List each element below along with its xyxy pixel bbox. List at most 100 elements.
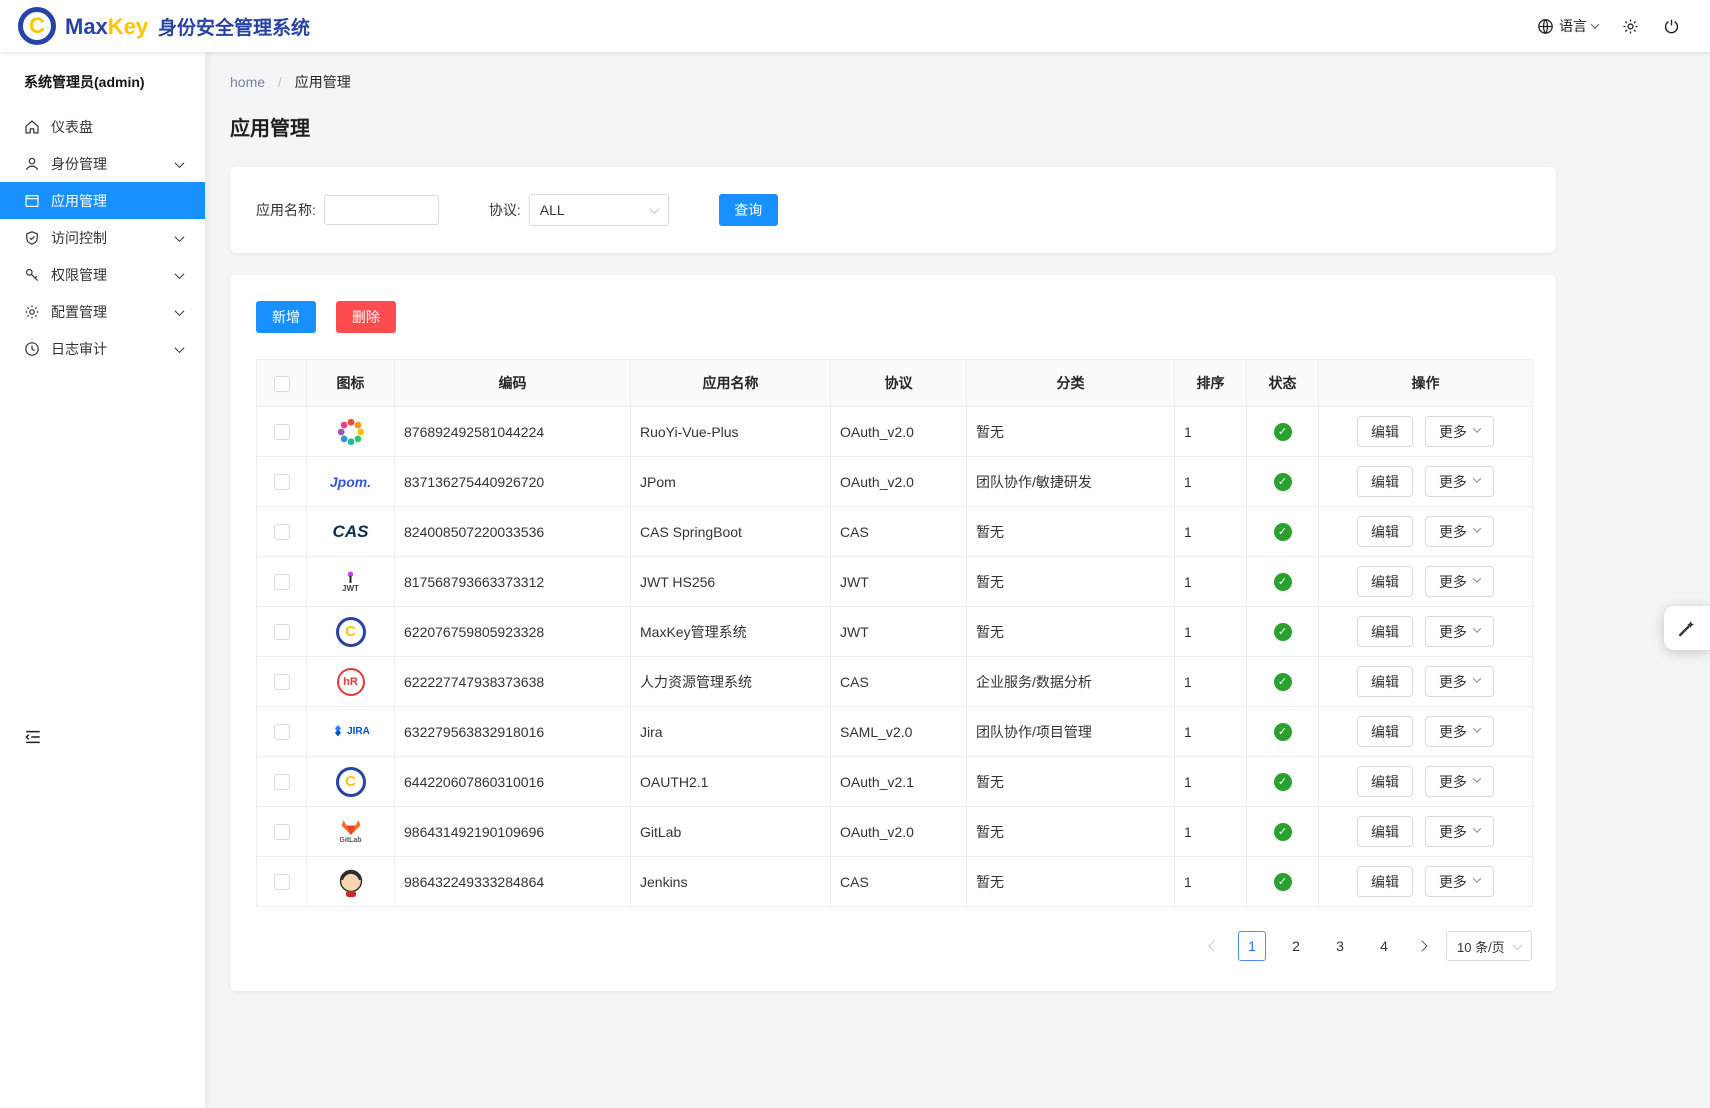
more-button[interactable]: 更多 <box>1425 666 1494 697</box>
more-button[interactable]: 更多 <box>1425 816 1494 847</box>
more-button[interactable]: 更多 <box>1425 566 1494 597</box>
sidebar-item-config[interactable]: 配置管理 <box>0 293 205 330</box>
column-header-actions: 操作 <box>1319 360 1533 407</box>
chevron-down-icon <box>1473 774 1481 782</box>
logo-letter: C <box>29 15 45 37</box>
more-button[interactable]: 更多 <box>1425 516 1494 547</box>
add-button[interactable]: 新增 <box>256 301 316 333</box>
edit-button[interactable]: 编辑 <box>1357 666 1413 697</box>
more-button-label: 更多 <box>1439 722 1467 742</box>
row-checkbox[interactable] <box>274 674 290 690</box>
sidebar-item-identity[interactable]: 身份管理 <box>0 145 205 182</box>
sidebar-item-label: 日志审计 <box>51 339 107 359</box>
edit-button[interactable]: 编辑 <box>1357 566 1413 597</box>
row-checkbox[interactable] <box>274 524 290 540</box>
app-sort: 1 <box>1175 757 1247 807</box>
edit-button[interactable]: 编辑 <box>1357 466 1413 497</box>
page-size-select[interactable]: 10 条/页 <box>1446 931 1532 961</box>
protocol-select[interactable]: ALL <box>529 194 669 226</box>
row-checkbox[interactable] <box>274 624 290 640</box>
app-name: CAS SpringBoot <box>631 507 831 557</box>
row-checkbox[interactable] <box>274 774 290 790</box>
edit-button[interactable]: 编辑 <box>1357 816 1413 847</box>
edit-button[interactable]: 编辑 <box>1357 516 1413 547</box>
sidebar-item-audit[interactable]: 日志审计 <box>0 330 205 367</box>
breadcrumb-home-link[interactable]: home <box>230 74 265 90</box>
more-button[interactable]: 更多 <box>1425 766 1494 797</box>
gitlab-icon: GitLab <box>338 812 364 852</box>
breadcrumb-separator: / <box>278 74 282 90</box>
delete-button[interactable]: 删除 <box>336 301 396 333</box>
more-button-label: 更多 <box>1439 622 1467 642</box>
clock-icon <box>24 341 40 357</box>
app-category: 团队协作/敏捷研发 <box>967 457 1175 507</box>
sidebar-item-access[interactable]: 访问控制 <box>0 219 205 256</box>
menu-fold-icon[interactable] <box>24 728 42 746</box>
more-button[interactable]: 更多 <box>1425 616 1494 647</box>
chevron-down-icon <box>175 306 185 316</box>
app-code: 986432249333284864 <box>395 857 631 907</box>
app-name-input[interactable] <box>324 195 439 225</box>
sidebar-item-permissions[interactable]: 权限管理 <box>0 256 205 293</box>
more-button[interactable]: 更多 <box>1425 416 1494 447</box>
app-sort: 1 <box>1175 507 1247 557</box>
edit-button[interactable]: 编辑 <box>1357 766 1413 797</box>
status-enabled-icon <box>1274 723 1292 741</box>
app-name: JWT HS256 <box>631 557 831 607</box>
row-checkbox[interactable] <box>274 724 290 740</box>
edit-button[interactable]: 编辑 <box>1357 416 1413 447</box>
more-button[interactable]: 更多 <box>1425 466 1494 497</box>
more-button[interactable]: 更多 <box>1425 716 1494 747</box>
current-user-label: 系统管理员(admin) <box>0 52 205 108</box>
row-checkbox[interactable] <box>274 874 290 890</box>
status-enabled-icon <box>1274 823 1292 841</box>
logout-icon[interactable] <box>1663 18 1680 35</box>
sidebar-item-dashboard[interactable]: 仪表盘 <box>0 108 205 145</box>
edit-button[interactable]: 编辑 <box>1357 866 1413 897</box>
sidebar-item-apps[interactable]: 应用管理 <box>0 182 205 219</box>
jpom-icon: Jpom. <box>330 462 371 502</box>
chevron-down-icon <box>1473 874 1481 882</box>
row-checkbox[interactable] <box>274 824 290 840</box>
language-menu[interactable]: 语言 <box>1537 16 1598 36</box>
more-button-label: 更多 <box>1439 772 1467 792</box>
sidebar-menu: 仪表盘 身份管理 应用管理 访问控制 <box>0 108 205 367</box>
row-checkbox[interactable] <box>274 424 290 440</box>
search-button[interactable]: 查询 <box>719 194 778 226</box>
edit-button[interactable]: 编辑 <box>1357 616 1413 647</box>
more-button-label: 更多 <box>1439 572 1467 592</box>
more-button[interactable]: 更多 <box>1425 866 1494 897</box>
page-title: 应用管理 <box>230 112 1710 141</box>
page-1[interactable]: 1 <box>1238 931 1266 961</box>
page-3[interactable]: 3 <box>1326 931 1354 961</box>
app-code: 876892492581044224 <box>395 407 631 457</box>
app-name: RuoYi-Vue-Plus <box>631 407 831 457</box>
prev-page-button[interactable] <box>1206 938 1222 954</box>
chevron-down-icon <box>175 232 185 242</box>
settings-gear-icon[interactable] <box>1622 18 1639 35</box>
row-checkbox[interactable] <box>274 474 290 490</box>
select-all-checkbox[interactable] <box>274 376 290 392</box>
page-2[interactable]: 2 <box>1282 931 1310 961</box>
chevron-down-icon <box>1473 424 1481 432</box>
app-name-label: 应用名称: <box>256 200 316 220</box>
sidebar-item-label: 权限管理 <box>51 265 107 285</box>
app-sort: 1 <box>1175 407 1247 457</box>
table-row: 876892492581044224 RuoYi-Vue-Plus OAuth_… <box>257 407 1533 457</box>
brand-text: MaxKey 身份安全管理系统 <box>65 13 310 40</box>
table-row: GitLab 986431492190109696 GitLab OAuth_v… <box>257 807 1533 857</box>
app-name: Jira <box>631 707 831 757</box>
table-row: 986432249333284864 Jenkins CAS 暂无 1 编辑 更… <box>257 857 1533 907</box>
chevron-down-icon <box>175 269 185 279</box>
column-header-category: 分类 <box>967 360 1175 407</box>
sidebar: 系统管理员(admin) 仪表盘 身份管理 应用管理 <box>0 52 205 1108</box>
app-category: 暂无 <box>967 807 1175 857</box>
shield-icon <box>24 230 40 246</box>
floating-tool-button[interactable] <box>1664 606 1710 650</box>
next-page-button[interactable] <box>1414 938 1430 954</box>
app-sort: 1 <box>1175 657 1247 707</box>
page-4[interactable]: 4 <box>1370 931 1398 961</box>
maxkey-icon: C <box>336 612 366 652</box>
edit-button[interactable]: 编辑 <box>1357 716 1413 747</box>
row-checkbox[interactable] <box>274 574 290 590</box>
